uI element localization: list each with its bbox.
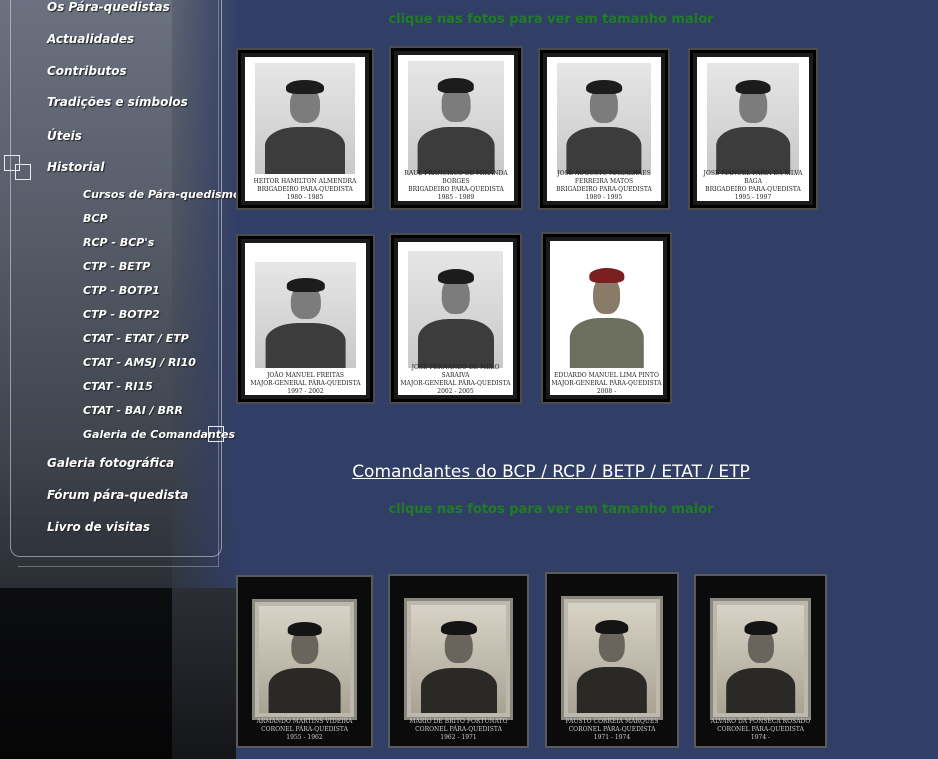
subnav-ctp-botp2[interactable]: CTP - BOTP2: [83, 308, 160, 321]
subnav-ctp-botp1[interactable]: CTP - BOTP1: [83, 284, 160, 297]
photo-caption: FAUSTO CORREIA MARQUES CORONEL PÁRA-QUEDI…: [565, 718, 659, 741]
nav-item-os-para-quedistas[interactable]: Os Pára-quedistas: [47, 0, 170, 14]
commander-photo[interactable]: ARMANDO MARTINS VIDEIRA CORONEL PÁRA-QUED…: [236, 575, 373, 748]
subnav-ctat-bai-brr[interactable]: CTAT - BAI / BRR: [83, 404, 183, 417]
photo-caption: JOÃO MANUEL FREITAS MAJOR-GENERAL PÁRA-QU…: [250, 372, 361, 395]
section-heading: Comandantes do BCP / RCP / BETP / ETAT /…: [352, 462, 750, 482]
subnav-ctp-betp[interactable]: CTP - BETP: [83, 260, 150, 273]
subnav-ctat-amsj-ri10[interactable]: CTAT - AMSJ / RI10: [83, 356, 196, 369]
photo-caption: MÁRIO DE BRITO FORTUNATO CORONEL PÁRA-QUE…: [409, 718, 508, 741]
commander-photo[interactable]: FAUSTO CORREIA MARQUES CORONEL PÁRA-QUEDI…: [545, 572, 679, 748]
photo-caption: RAUL FRANCISCO DE MIRANDA BORGES BRIGADEI…: [404, 170, 508, 201]
expander-icon[interactable]: [208, 426, 224, 442]
photo-caption: JOSÉ MANUEL FARIA DA SILVA BAGA BRIGADEIR…: [703, 170, 803, 201]
nav-item-galeria-fotografica[interactable]: Galeria fotográfica: [47, 456, 174, 470]
commander-photo[interactable]: EDUARDO MANUEL LIMA PINTO MAJOR-GENERAL P…: [541, 232, 672, 404]
photo-caption: EDUARDO MANUEL LIMA PINTO MAJOR-GENERAL P…: [551, 372, 662, 395]
expander-icon[interactable]: [15, 164, 31, 180]
photo-caption: ARMANDO MARTINS VIDEIRA CORONEL PÁRA-QUED…: [256, 718, 353, 741]
nav-item-livro-visitas[interactable]: Livro de visitas: [47, 520, 150, 534]
photo-caption: JOSÉ FERNANDO DE MELO SARAIVA MAJOR-GENER…: [400, 364, 511, 395]
sidebar-lower: [0, 588, 172, 759]
commander-photo[interactable]: JOSÉ AUGUSTO MAGALHÃES FERREIRA MATOS BRI…: [538, 48, 670, 210]
commander-photo[interactable]: RAUL FRANCISCO DE MIRANDA BORGES BRIGADEI…: [389, 46, 523, 210]
subnav-bcp[interactable]: BCP: [83, 212, 108, 225]
commander-photo[interactable]: HEITOR HAMILTON ALMENDRA BRIGADEIRO PARA-…: [236, 48, 374, 210]
commander-photo[interactable]: MÁRIO DE BRITO FORTUNATO CORONEL PÁRA-QUE…: [388, 574, 529, 748]
click-hint-bottom: clique nas fotos para ver em tamanho mai…: [388, 502, 714, 517]
commander-photo[interactable]: ALVARO DA FONSECA ROSADO CORONEL PÁRA-QUE…: [694, 574, 827, 748]
subnav-cursos[interactable]: Cursos de Pára-quedismo: [83, 188, 241, 201]
nav-item-uteis[interactable]: Úteis: [47, 129, 82, 143]
commander-photo[interactable]: JOSÉ FERNANDO DE MELO SARAIVA MAJOR-GENER…: [389, 233, 522, 404]
commander-photo[interactable]: JOÃO MANUEL FREITAS MAJOR-GENERAL PÁRA-QU…: [236, 234, 375, 404]
subnav-ctat-ri15[interactable]: CTAT - RI15: [83, 380, 153, 393]
nav-item-actualidades[interactable]: Actualidades: [47, 32, 134, 46]
subnav-rcp-bcps[interactable]: RCP - BCP's: [83, 236, 154, 249]
photo-caption: HEITOR HAMILTON ALMENDRA BRIGADEIRO PARA-…: [253, 178, 357, 201]
subnav-ctat-etat-etp[interactable]: CTAT - ETAT / ETP: [83, 332, 189, 345]
nav-item-tradicoes[interactable]: Tradições e símbolos: [47, 95, 188, 109]
photo-caption: ALVARO DA FONSECA ROSADO CORONEL PÁRA-QUE…: [710, 718, 811, 741]
nav-item-historial[interactable]: Historial: [47, 160, 105, 174]
photo-caption: JOSÉ AUGUSTO MAGALHÃES FERREIRA MATOS BRI…: [556, 170, 652, 201]
nav-item-contributos[interactable]: Contributos: [47, 64, 127, 78]
commander-photo[interactable]: JOSÉ MANUEL FARIA DA SILVA BAGA BRIGADEIR…: [688, 48, 818, 210]
click-hint-top: clique nas fotos para ver em tamanho mai…: [388, 12, 714, 27]
nav-item-forum[interactable]: Fórum pára-quedista: [47, 488, 188, 502]
